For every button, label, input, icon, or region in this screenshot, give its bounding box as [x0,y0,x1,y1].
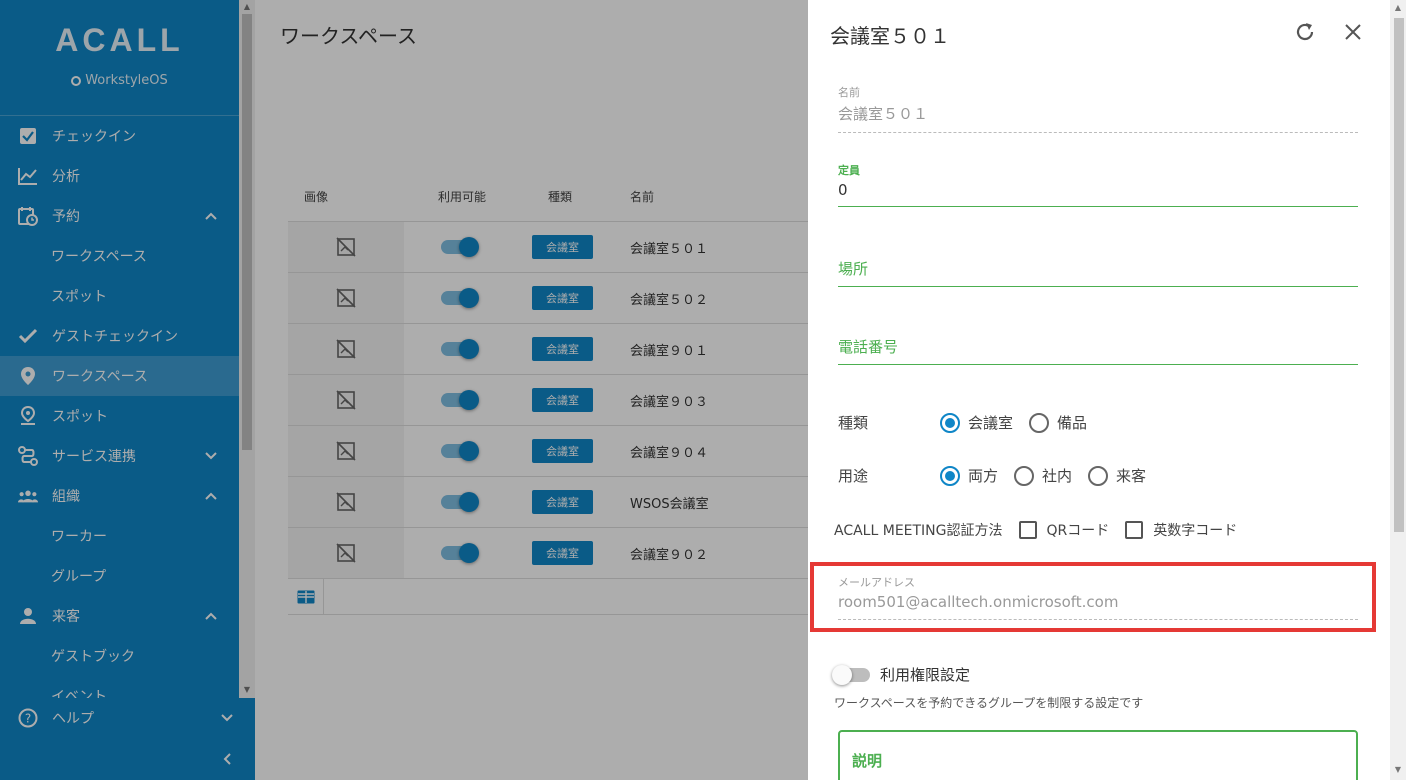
radio-label: 会議室 [968,414,1014,432]
capacity-field[interactable]: 定員 0 [838,162,1358,207]
radio-label: 備品 [1057,414,1088,432]
usage-label: 用途 [838,467,869,485]
radio-unselected-icon [1088,465,1109,486]
permission-label: 利用権限設定 [880,666,971,684]
phone-field[interactable]: 電話番号 [838,336,1358,365]
name-field[interactable]: 名前 会議室５０１ [838,84,1358,133]
field-underline [838,619,1358,620]
panel-edge [1406,0,1424,780]
alphanumeric-code-checkbox[interactable] [1125,521,1144,539]
field-underline [838,286,1358,287]
checkbox-label: QRコード [1046,523,1110,539]
radio-selected-icon [940,412,960,433]
radio-label: 来客 [1116,467,1147,485]
usage-option-visitor[interactable]: 来客 [1088,465,1146,486]
location-field-label: 場所 [838,260,869,278]
kind-option-equipment[interactable]: 備品 [1029,412,1087,433]
workspace-detail-panel: 会議室５０１ 名前 会議室５０１ 定員 0 場所 電話番号 種類 会議室 備品 … [808,0,1424,780]
permission-description: ワークスペースを予約できるグループを制限する設定です [834,696,1144,710]
scroll-down-arrow-icon[interactable]: ▼ [1394,766,1402,774]
description-field[interactable]: 説明 [838,730,1358,780]
qr-code-checkbox[interactable] [1018,521,1037,539]
modal-overlay[interactable] [0,0,808,780]
panel-scrollbar-thumb[interactable] [1394,18,1404,532]
phone-field-label: 電話番号 [838,338,899,356]
usage-option-both[interactable]: 両方 [940,465,998,486]
description-label: 説明 [852,752,883,770]
auth-method-label: ACALL MEETING認証方法 [834,523,1003,539]
radio-selected-icon [940,465,960,486]
capacity-field-label: 定員 [838,164,860,177]
kind-radio-group: 種類 会議室 備品 [838,412,1103,433]
email-field-value: room501@acalltech.onmicrosoft.com [838,593,1119,611]
refresh-icon[interactable] [1294,21,1316,43]
kind-label: 種類 [838,414,869,432]
field-underline [838,364,1358,365]
email-field-label: メールアドレス [838,576,915,589]
usage-radio-group: 用途 両方 社内 来客 [838,465,1162,486]
radio-unselected-icon [1029,412,1050,433]
field-underline [838,206,1358,207]
permission-toggle[interactable] [832,664,870,685]
panel-scroll-area[interactable]: 会議室５０１ 名前 会議室５０１ 定員 0 場所 電話番号 種類 会議室 備品 … [808,0,1390,780]
radio-label: 両方 [968,467,999,485]
permission-toggle-row[interactable]: 利用権限設定 [832,664,971,685]
capacity-field-value: 0 [838,181,848,199]
usage-option-internal[interactable]: 社内 [1014,465,1072,486]
name-field-label: 名前 [838,86,860,99]
email-field[interactable]: メールアドレス room501@acalltech.onmicrosoft.co… [838,574,1358,620]
toggle-knob [832,664,852,685]
name-field-value: 会議室５０１ [838,105,929,123]
scroll-up-arrow-icon[interactable]: ▲ [1394,4,1402,12]
radio-unselected-icon [1014,465,1035,486]
checkbox-label: 英数字コード [1153,523,1238,539]
close-icon[interactable] [1343,22,1363,42]
kind-option-meeting-room[interactable]: 会議室 [940,412,1013,433]
field-underline [838,132,1358,133]
panel-scrollbar[interactable]: ▲ ▼ [1390,0,1406,780]
auth-method-group: ACALL MEETING認証方法 QRコード 英数字コード [834,520,1237,540]
radio-label: 社内 [1042,467,1073,485]
panel-title: 会議室５０１ [830,24,950,48]
location-field[interactable]: 場所 [838,258,1358,287]
